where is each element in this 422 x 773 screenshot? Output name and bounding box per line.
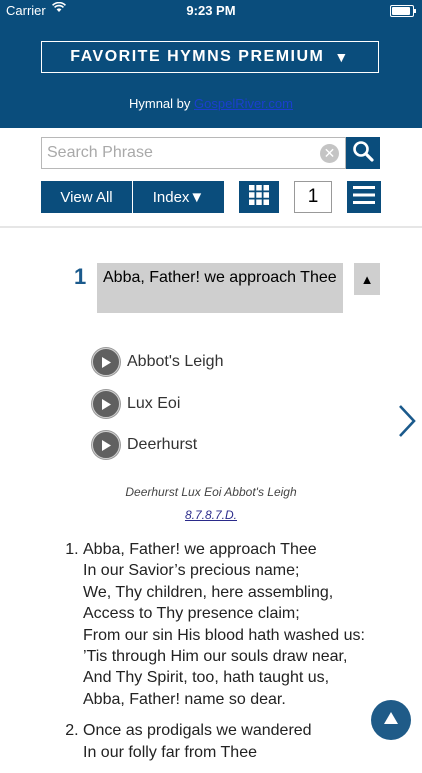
verse: Abba, Father! we approach Thee In our Sa… bbox=[83, 539, 422, 710]
grid-view-button[interactable] bbox=[239, 181, 279, 213]
verse-list: Abba, Father! we approach Thee In our Sa… bbox=[59, 539, 422, 773]
gospelriver-link[interactable]: GospelRiver.com bbox=[194, 96, 293, 111]
status-bar: Carrier 9:23 PM bbox=[0, 0, 422, 22]
hymnal-title: FAVORITE HYMNS PREMIUM bbox=[70, 48, 325, 65]
credit-prefix: Hymnal by bbox=[128, 96, 195, 111]
hymn-number: 1 bbox=[74, 264, 87, 289]
search-input[interactable] bbox=[42, 138, 307, 168]
verse-line: We, Thy children, here assembling, bbox=[83, 583, 334, 601]
play-icon[interactable] bbox=[92, 431, 120, 459]
hamburger-icon bbox=[353, 185, 375, 210]
tune-label: Lux Eoi bbox=[127, 395, 181, 412]
index-dropdown-button[interactable]: Index▼ bbox=[133, 181, 224, 213]
scroll-to-top-button[interactable] bbox=[371, 700, 411, 740]
tune-label: Abbot's Leigh bbox=[127, 353, 224, 370]
verse: Once as prodigals we wandered In our fol… bbox=[83, 720, 422, 763]
magnifier-icon bbox=[352, 140, 374, 167]
tune-item[interactable]: Deerhurst bbox=[92, 431, 197, 459]
play-icon[interactable] bbox=[92, 390, 120, 418]
hymn-number-input[interactable]: 1 bbox=[294, 181, 332, 213]
verse-line: Abba, Father! we approach Thee bbox=[83, 541, 317, 558]
battery-icon bbox=[390, 5, 416, 17]
verse-line: Access to Thy presence claim; bbox=[83, 605, 300, 623]
verse-line: ’Tis through Him our souls draw near, bbox=[83, 648, 348, 666]
hymnal-credit: Hymnal by GospelRiver.com bbox=[0, 96, 422, 111]
up-arrow-icon bbox=[383, 711, 399, 730]
verse-line: In our folly far from Thee bbox=[83, 743, 257, 761]
menu-button[interactable] bbox=[347, 181, 381, 213]
tune-item[interactable]: Abbot's Leigh bbox=[92, 348, 223, 376]
collapse-button[interactable]: ▲ bbox=[354, 263, 380, 295]
up-triangle-icon: ▲ bbox=[360, 271, 374, 287]
tune-item[interactable]: Lux Eoi bbox=[92, 390, 180, 418]
next-hymn-button[interactable] bbox=[398, 404, 416, 443]
search-field: ✕ bbox=[41, 137, 346, 169]
play-icon[interactable] bbox=[92, 348, 120, 376]
grid-icon bbox=[249, 184, 269, 210]
app-header: FAVORITE HYMNS PREMIUM ▼ Hymnal by Gospe… bbox=[0, 22, 422, 128]
verse-line: Abba, Father! name so dear. bbox=[83, 690, 286, 708]
verse-line: From our sin His blood hath washed us: bbox=[83, 626, 365, 644]
hymn-title: Abba, Father! we approach Thee bbox=[97, 263, 343, 313]
meter-link[interactable]: 8.7.8.7.D. bbox=[0, 508, 422, 522]
verse-line: And Thy Spirit, too, hath taught us, bbox=[83, 669, 330, 687]
hymnal-selector-button[interactable]: FAVORITE HYMNS PREMIUM ▼ bbox=[41, 41, 379, 73]
tune-names: Deerhurst Lux Eoi Abbot's Leigh bbox=[125, 485, 297, 499]
tune-label: Deerhurst bbox=[127, 436, 198, 453]
chevron-right-icon bbox=[398, 405, 416, 442]
clear-icon[interactable]: ✕ bbox=[320, 144, 339, 163]
view-all-button[interactable]: View All bbox=[41, 181, 132, 213]
search-button[interactable] bbox=[346, 137, 380, 169]
verse-line: In our Savior’s precious name; bbox=[83, 562, 300, 580]
divider bbox=[0, 226, 422, 228]
dropdown-arrow-icon: ▼ bbox=[334, 49, 350, 65]
clock: 9:23 PM bbox=[186, 3, 236, 18]
